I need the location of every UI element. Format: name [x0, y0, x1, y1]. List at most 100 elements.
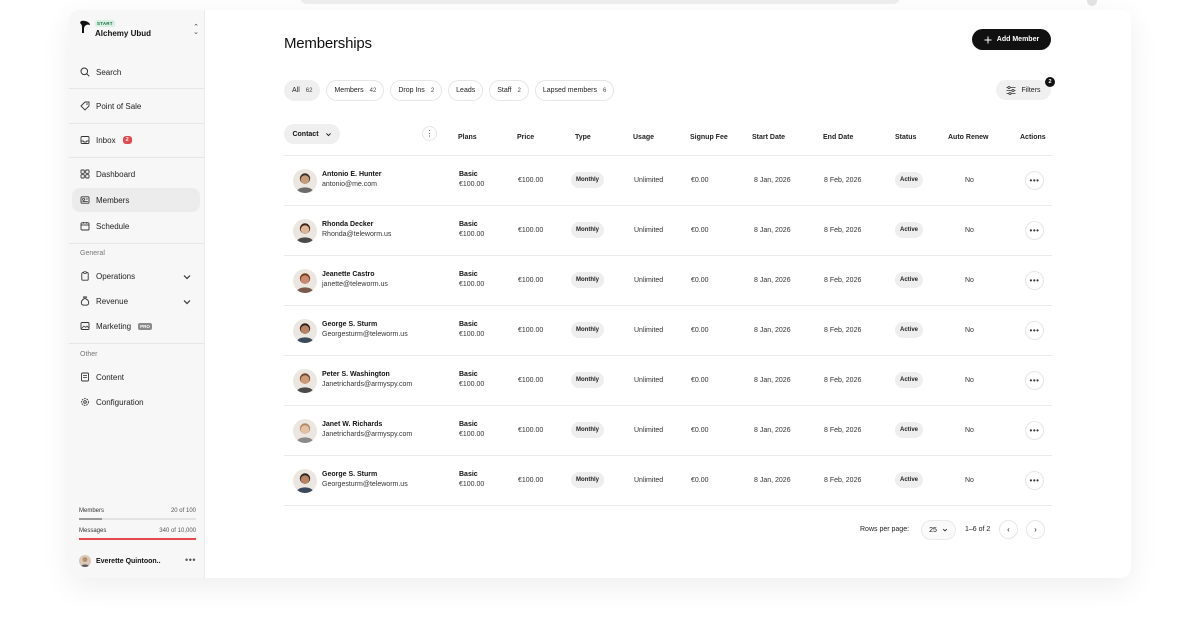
column-header-actions: Actions — [1020, 134, 1046, 141]
contact-name[interactable]: George S. Sturm — [322, 471, 377, 478]
sidebar: START Alchemy Ubud ⌃ ⌄ Search Point of Sa… — [69, 10, 205, 578]
sidebar-item-dashboard[interactable]: Dashboard — [72, 162, 200, 186]
messages-usage: Messages 340 of 10,000 — [79, 528, 196, 540]
table-row[interactable]: Rhonda Decker Rhonda@teleworm.us Basic €100… — [284, 206, 1052, 256]
table-row[interactable]: Peter S. Washington Janetrichards@armyspy… — [284, 356, 1052, 406]
auto-renew-cell: No — [965, 427, 974, 434]
price-cell: €100.00 — [518, 327, 544, 334]
previous-page-button[interactable]: ‹ — [999, 520, 1018, 539]
tab-label: All — [292, 87, 300, 94]
usage-bar-track — [79, 538, 196, 540]
sidebar-item-inbox[interactable]: Inbox 2 — [72, 128, 200, 152]
contact-name[interactable]: George S. Sturm — [322, 321, 377, 328]
table-row[interactable]: Janet W. Richards Janetrichards@armyspy.c… — [284, 406, 1052, 456]
sidebar-item-content[interactable]: Content — [72, 365, 200, 389]
contact-email: Janetrichards@armyspy.com — [322, 381, 413, 388]
sidebar-item-label: Dashboard — [96, 169, 136, 179]
sidebar-item-members[interactable]: Members — [72, 188, 200, 212]
divider — [69, 157, 205, 158]
column-header-start-date: Start Date — [752, 134, 786, 141]
end-date-cell: 8 Feb, 2026 — [824, 177, 862, 184]
sidebar-item-point-of-sale[interactable]: Point of Sale — [72, 94, 200, 118]
column-menu-button[interactable]: ⋮ — [422, 126, 437, 141]
auto-renew-cell: No — [965, 277, 974, 284]
contact-name[interactable]: Peter S. Washington — [322, 371, 390, 378]
tab-drop-ins[interactable]: Drop Ins 2 — [390, 80, 443, 101]
money-bag-icon — [80, 296, 90, 306]
contact-header: Contact — [292, 130, 319, 138]
status-badge: Active — [895, 222, 924, 238]
divider — [69, 243, 205, 244]
tab-lapsed-members[interactable]: Lapsed members 6 — [534, 80, 615, 101]
sidebar-item-label: Members — [96, 195, 130, 205]
current-user[interactable]: Everette Quintoon.. ••• — [79, 554, 196, 568]
sidebar-item-revenue[interactable]: Revenue — [72, 289, 200, 313]
usage-value: 20 of 100 — [170, 508, 196, 514]
tab-staff[interactable]: Staff 2 — [489, 80, 529, 101]
row-actions-button[interactable]: ••• — [1025, 321, 1044, 340]
more-icon: ••• — [1029, 176, 1040, 185]
sidebar-item-schedule[interactable]: Schedule — [72, 214, 200, 238]
row-actions-button[interactable]: ••• — [1025, 421, 1044, 440]
end-date-cell: 8 Feb, 2026 — [824, 477, 862, 484]
sidebar-item-label: Operations — [96, 271, 136, 281]
next-page-button[interactable]: › — [1026, 520, 1045, 539]
filters-button[interactable]: Filters 2 — [996, 77, 1055, 100]
contact-sort-dropdown[interactable]: Contact — [284, 124, 340, 144]
tab-leads[interactable]: Leads — [448, 80, 484, 101]
row-actions-button[interactable]: ••• — [1025, 371, 1044, 390]
tab-members[interactable]: Members 42 — [326, 80, 385, 101]
start-date-cell: 8 Jan, 2026 — [754, 377, 791, 384]
tab-label: Members — [334, 87, 364, 94]
rows-per-page-select[interactable]: 25 — [921, 520, 956, 540]
column-header-end-date: End Date — [823, 134, 854, 141]
tab-all[interactable]: All 62 — [284, 80, 321, 101]
row-actions-button[interactable]: ••• — [1025, 471, 1044, 490]
contact-email: antonio@me.com — [322, 181, 377, 188]
table-row[interactable]: George S. Sturm Georgesturm@teleworm.us Ba… — [284, 306, 1052, 356]
sidebar-item-search[interactable]: Search — [72, 60, 200, 84]
more-icon: ••• — [1029, 376, 1040, 385]
row-actions-button[interactable]: ••• — [1025, 171, 1044, 190]
row-actions-button[interactable]: ••• — [1025, 221, 1044, 240]
more-icon: ••• — [1029, 226, 1040, 235]
sidebar-item-marketing[interactable]: Marketing PRO — [72, 314, 200, 338]
end-date-cell: 8 Feb, 2026 — [824, 427, 862, 434]
more-icon[interactable]: ••• — [185, 555, 196, 565]
workspace-switcher[interactable]: START Alchemy Ubud ⌃ ⌄ — [79, 20, 199, 42]
main-content: Memberships Add Member All 62 Members 42 Dro… — [205, 10, 1131, 578]
start-date-cell: 8 Jan, 2026 — [754, 227, 791, 234]
sliders-icon — [1006, 85, 1016, 95]
row-actions-button[interactable]: ••• — [1025, 271, 1044, 290]
usage-cell: Unlimited — [634, 277, 664, 284]
contact-name[interactable]: Janet W. Richards — [322, 421, 382, 428]
section-title-other: Other — [80, 351, 98, 358]
sidebar-item-label: Schedule — [96, 221, 130, 231]
end-date-cell: 8 Feb, 2026 — [824, 327, 862, 334]
table-row[interactable]: Jeanette Castro janette@teleworm.us Basic €… — [284, 256, 1052, 306]
add-member-button[interactable]: Add Member — [972, 29, 1051, 50]
auto-renew-cell: No — [965, 477, 974, 484]
tab-count: 2 — [430, 87, 435, 94]
contact-name[interactable]: Antonio E. Hunter — [322, 171, 382, 178]
divider — [69, 123, 205, 124]
table-row[interactable]: Antonio E. Hunter antonio@me.com Basic €100… — [284, 156, 1052, 206]
sidebar-item-label: Content — [96, 372, 125, 382]
plan-price: €100.00 — [459, 331, 485, 338]
more-icon: ••• — [1029, 476, 1040, 485]
sidebar-item-operations[interactable]: Operations — [72, 264, 200, 288]
column-header-usage: Usage — [633, 134, 655, 141]
price-cell: €100.00 — [518, 227, 544, 234]
contact-name[interactable]: Rhonda Decker — [322, 221, 373, 228]
app-window: START Alchemy Ubud ⌃ ⌄ Search Point of Sa… — [69, 10, 1131, 578]
sidebar-item-configuration[interactable]: Configuration — [72, 390, 200, 414]
chevron-left-icon: ‹ — [1007, 525, 1010, 534]
add-member-label: Add Member — [996, 36, 1040, 43]
usage-cell: Unlimited — [634, 477, 664, 484]
column-header-type: Type — [575, 134, 591, 141]
signup-fee-cell: €0.00 — [691, 377, 709, 384]
table-row[interactable]: George S. Sturm Georgesturm@teleworm.us Ba… — [284, 456, 1052, 506]
status-badge: Active — [895, 272, 924, 288]
gear-icon — [81, 398, 89, 406]
contact-name[interactable]: Jeanette Castro — [322, 271, 375, 278]
